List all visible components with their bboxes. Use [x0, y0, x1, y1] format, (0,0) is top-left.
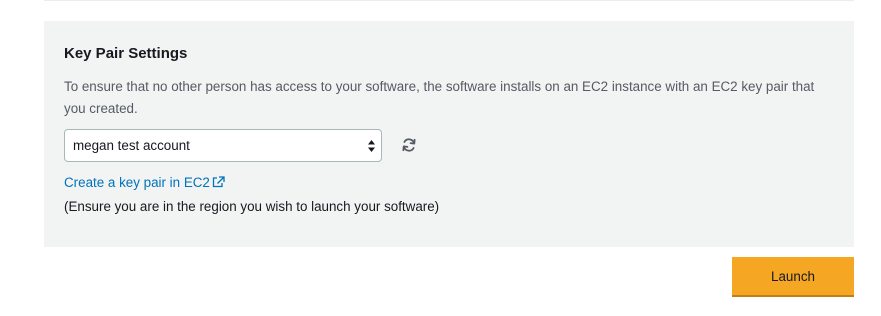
top-divider — [44, 0, 854, 1]
external-link-icon — [212, 176, 225, 188]
key-pair-select-value: megan test account — [73, 138, 190, 153]
create-key-pair-link[interactable]: Create a key pair in EC2 — [64, 175, 225, 190]
panel-title: Key Pair Settings — [64, 45, 188, 62]
panel-description: To ensure that no other person has acces… — [64, 79, 815, 116]
create-key-pair-link-label: Create a key pair in EC2 — [64, 175, 210, 190]
refresh-icon[interactable] — [401, 137, 417, 153]
select-arrows-icon — [368, 140, 375, 152]
key-pair-settings-panel: Key Pair Settings To ensure that no othe… — [44, 21, 854, 247]
launch-button[interactable]: Launch — [732, 257, 854, 297]
region-note: (Ensure you are in the region you wish t… — [64, 199, 440, 214]
key-pair-select[interactable]: megan test account — [64, 129, 382, 162]
